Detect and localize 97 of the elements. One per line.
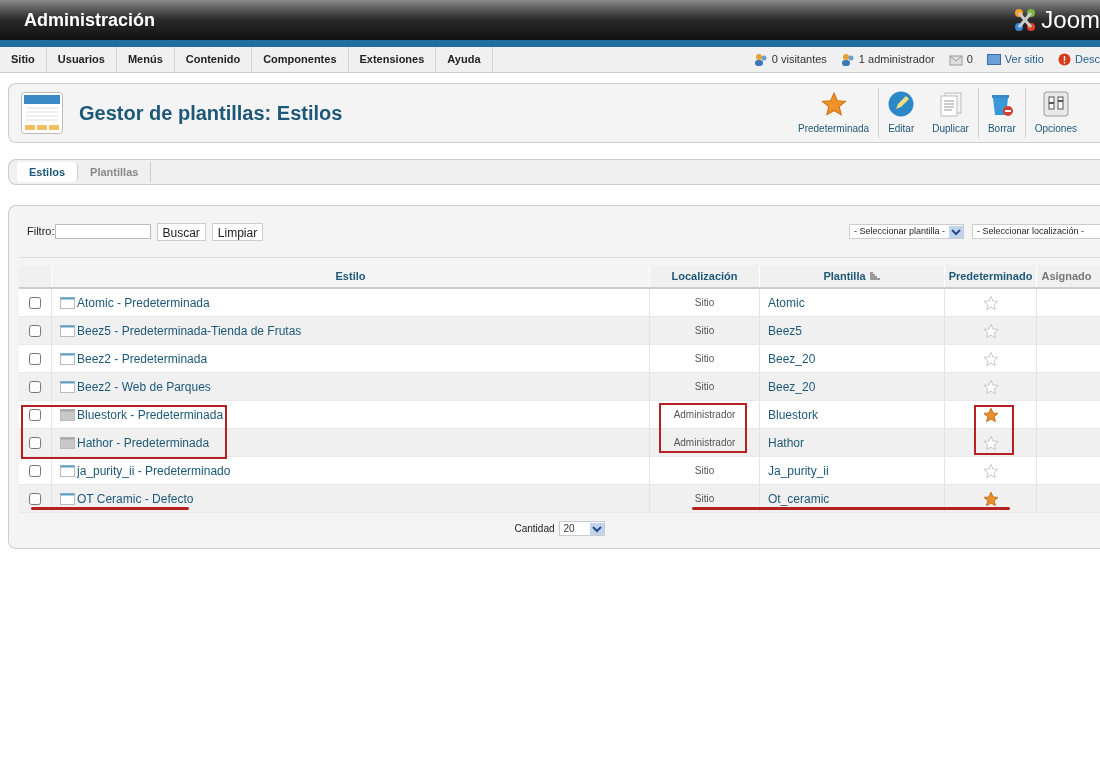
column-header[interactable]: Estilo: [335, 268, 366, 285]
star-icon: [820, 90, 847, 117]
chevron-down-icon: [589, 522, 604, 535]
status-link[interactable]: Desc: [1074, 51, 1100, 68]
style-link[interactable]: OT Ceramic - Defecto: [77, 489, 194, 508]
column-header: Asignado: [1041, 269, 1092, 285]
location-text: Administrador: [673, 436, 736, 450]
template-select[interactable]: - Seleccionar plantilla -: [848, 224, 964, 239]
options-icon: [1042, 90, 1069, 117]
users-icon: [753, 52, 768, 67]
filled-star-icon[interactable]: [982, 406, 999, 423]
template-link[interactable]: Ja_purity_ii: [768, 461, 829, 480]
header-title: Administración: [24, 8, 156, 32]
location-text: Administrador: [673, 408, 736, 422]
row-checkbox[interactable]: [29, 380, 41, 393]
row-checkbox[interactable]: [29, 464, 41, 477]
outline-star-icon[interactable]: [982, 350, 999, 367]
template-icon: [60, 324, 75, 337]
location-text: Sitio: [694, 380, 715, 394]
template-link[interactable]: Bluestork: [768, 405, 819, 424]
clear-button[interactable]: Limpiar: [211, 222, 264, 241]
column-header[interactable]: Plantilla: [823, 268, 866, 285]
menu-item[interactable]: Ayuda: [436, 47, 493, 72]
filter-label: Filtro:: [27, 224, 55, 240]
toolbar-button[interactable]: Opciones: [1025, 88, 1086, 138]
quantity-select[interactable]: 20: [558, 521, 605, 536]
page-title: Gestor de plantillas: Estilos: [79, 101, 343, 126]
template-link[interactable]: Hathor: [768, 433, 805, 452]
location-text: Sitio: [694, 352, 715, 366]
search-button[interactable]: Buscar: [156, 222, 206, 241]
template-icon: [60, 380, 75, 393]
location-select[interactable]: - Seleccionar localización -: [972, 224, 1100, 239]
status-text: 0 visitantes: [771, 52, 827, 68]
status-link[interactable]: Ver sitio: [1004, 51, 1044, 68]
template-link[interactable]: Atomic: [768, 293, 805, 312]
pencil-icon: [888, 90, 915, 117]
envelope-icon: [948, 53, 963, 66]
template-large-icon: [21, 92, 63, 134]
style-link[interactable]: Beez5 - Predeterminada-Tienda de Frutas: [77, 321, 302, 340]
tab[interactable]: Estilos: [17, 162, 79, 182]
style-link[interactable]: ja_purity_ii - Predeterminado: [77, 461, 231, 480]
outline-star-icon[interactable]: [982, 322, 999, 339]
status-text: 1 administrador: [858, 52, 935, 68]
documents-icon: [937, 90, 964, 117]
toolbar-button[interactable]: Borrar: [978, 88, 1026, 138]
style-link[interactable]: Bluestork - Predeterminada: [77, 405, 224, 424]
outline-star-icon[interactable]: [982, 434, 999, 451]
users-icon: [840, 52, 855, 67]
template-icon: [60, 492, 75, 505]
location-text: Sitio: [694, 296, 715, 310]
template-icon: [60, 296, 75, 309]
quantity-label: Cantidad: [514, 522, 555, 536]
status-text: 0: [966, 52, 973, 68]
row-checkbox[interactable]: [29, 324, 41, 337]
monitor-icon: [986, 54, 1001, 65]
menu-item[interactable]: Menús: [116, 47, 175, 72]
template-link[interactable]: Beez5: [768, 321, 803, 340]
style-link[interactable]: Beez2 - Web de Parques: [77, 377, 211, 396]
location-text: Sitio: [694, 324, 715, 338]
menu-item[interactable]: Usuarios: [46, 47, 117, 72]
chevron-down-icon: [949, 225, 963, 238]
template-link[interactable]: Beez_20: [768, 377, 816, 396]
toolbar-button[interactable]: Duplicar: [923, 88, 979, 138]
row-checkbox[interactable]: [29, 296, 41, 309]
menu-item[interactable]: Contenido: [174, 47, 253, 72]
logo-icon: [1013, 7, 1038, 33]
column-header[interactable]: Localización: [671, 268, 738, 285]
column-header[interactable]: Predeterminado: [948, 268, 1033, 285]
location-text: Sitio: [694, 464, 715, 478]
menu-item[interactable]: Componentes: [252, 47, 349, 72]
outline-star-icon[interactable]: [982, 462, 999, 479]
style-link[interactable]: Hathor - Predeterminada: [77, 433, 210, 452]
template-icon: [60, 408, 75, 421]
row-checkbox[interactable]: [29, 436, 41, 449]
menu-item[interactable]: Sitio: [0, 47, 47, 72]
logo-text: Joom: [1041, 8, 1100, 32]
template-link[interactable]: Beez_20: [768, 349, 816, 368]
template-icon: [60, 436, 75, 449]
template-icon: [60, 464, 75, 477]
sort-icon: [869, 272, 881, 281]
alert-icon: [1057, 53, 1071, 66]
highlight-box: [974, 405, 1014, 455]
filter-field[interactable]: [54, 224, 151, 239]
toolbar-button[interactable]: Predeterminada: [789, 88, 880, 138]
style-link[interactable]: Atomic - Predeterminada: [77, 293, 210, 312]
toolbar-button[interactable]: Editar: [879, 88, 924, 138]
style-link[interactable]: Beez2 - Predeterminada: [77, 349, 208, 368]
row-checkbox[interactable]: [29, 492, 41, 505]
row-checkbox[interactable]: [29, 352, 41, 365]
outline-star-icon[interactable]: [982, 294, 999, 311]
location-text: Sitio: [694, 492, 715, 506]
outline-star-icon[interactable]: [982, 378, 999, 395]
template-icon: [60, 352, 75, 365]
menu-item[interactable]: Extensiones: [348, 47, 437, 72]
template-link[interactable]: Ot_ceramic: [768, 489, 830, 508]
filled-star-icon[interactable]: [982, 490, 999, 507]
row-checkbox[interactable]: [29, 408, 41, 421]
